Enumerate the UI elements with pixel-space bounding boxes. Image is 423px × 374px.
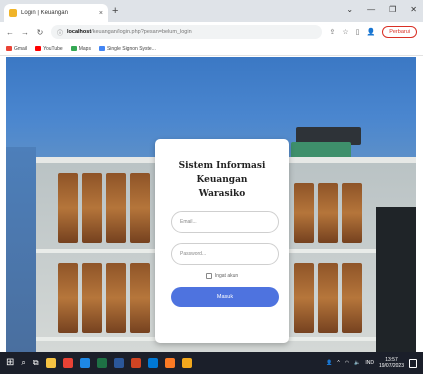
- share-icon[interactable]: ⇪: [329, 28, 335, 36]
- background-snack-pack: [342, 183, 362, 243]
- file-explorer-icon[interactable]: [45, 358, 56, 368]
- background-snack-pack: [82, 263, 102, 333]
- tab-search-icon[interactable]: ⌄: [346, 5, 353, 14]
- background-snack-pack: [342, 263, 362, 333]
- notification-icon[interactable]: [409, 358, 417, 368]
- page-viewport: Sistem Informasi Keuangan Warasiko Email…: [6, 57, 416, 352]
- remember-label[interactable]: Ingat akun: [215, 273, 238, 279]
- update-button[interactable]: Perbarui: [382, 26, 417, 38]
- word-icon[interactable]: [113, 358, 124, 368]
- language-indicator[interactable]: IND: [365, 360, 374, 366]
- background-snack-pack: [318, 263, 338, 333]
- bookmark-gmail[interactable]: Gmail: [6, 46, 27, 52]
- tray-chevron-icon[interactable]: ^: [337, 360, 339, 366]
- login-title-line2: Warasiko: [198, 189, 246, 199]
- tab-title: Login | Keuangan: [21, 10, 68, 16]
- window-controls: ⌄ — ❐ ✕: [346, 5, 417, 14]
- close-window-button[interactable]: ✕: [410, 5, 417, 14]
- background-snack-pack: [294, 263, 314, 333]
- minimize-button[interactable]: —: [367, 5, 375, 14]
- remember-checkbox[interactable]: [205, 273, 212, 279]
- windows-start-icon[interactable]: ⊞: [6, 358, 14, 368]
- login-card: Sistem Informasi Keuangan Warasiko Email…: [155, 139, 289, 343]
- bookmark-sso[interactable]: Single Signon Syste...: [98, 46, 156, 52]
- taskbar: ⊞ ⌕ ⧉ 👤 ^ ◠ 🔈 IND 13:57 19/07/2023: [0, 352, 423, 374]
- task-view-icon[interactable]: ⧉: [33, 358, 39, 368]
- remember-me: Ingat akun: [165, 273, 279, 279]
- new-tab-button[interactable]: +: [112, 4, 118, 18]
- browser-tab-strip: Login | Keuangan × + ⌄ — ❐ ✕: [0, 0, 423, 22]
- media-icon[interactable]: [181, 358, 192, 368]
- chrome-icon[interactable]: [62, 358, 73, 368]
- maximize-button[interactable]: ❐: [389, 5, 396, 14]
- store-icon[interactable]: [147, 358, 158, 368]
- background-snack-pack: [294, 183, 314, 243]
- background-wall-left: [6, 147, 36, 352]
- gmail-icon: [6, 46, 12, 51]
- sso-icon: [98, 46, 105, 51]
- background-snack-pack: [318, 183, 338, 243]
- browser-toolbar: ← → ↻ ⓘ localhost/keuangan/login.php?pes…: [0, 22, 423, 42]
- bookmark-star-icon[interactable]: ☆: [342, 28, 348, 36]
- forward-icon[interactable]: →: [21, 28, 29, 37]
- password-placeholder: Password...: [180, 251, 207, 257]
- background-snack-pack: [130, 263, 150, 333]
- wifi-icon[interactable]: ◠: [345, 360, 349, 366]
- bookmarks-bar: Gmail YouTube Maps Single Signon Syste..…: [0, 42, 423, 56]
- mail-icon[interactable]: [79, 358, 90, 368]
- browser-tab[interactable]: Login | Keuangan ×: [4, 4, 108, 22]
- address-bar[interactable]: ⓘ localhost/keuangan/login.php?pesan=bel…: [51, 25, 323, 39]
- url-text: localhost/keuangan/login.php?pesan=belum…: [67, 29, 192, 35]
- toolbar-actions: ⇪ ☆ ▯ 👤 Perbarui: [329, 26, 417, 38]
- maps-icon: [70, 46, 77, 51]
- site-info-icon[interactable]: ⓘ: [57, 28, 63, 37]
- bookmark-youtube[interactable]: YouTube: [35, 46, 63, 52]
- clock[interactable]: 13:57 19/07/2023: [379, 357, 404, 369]
- login-title-line1: Sistem Informasi Keuangan: [178, 161, 266, 185]
- volume-icon[interactable]: 🔈: [354, 360, 360, 366]
- login-title: Sistem Informasi Keuangan Warasiko: [165, 159, 279, 201]
- favicon-icon: [9, 9, 17, 17]
- tab-close-icon[interactable]: ×: [99, 10, 103, 17]
- user-icon[interactable]: 👤: [326, 360, 332, 366]
- excel-icon[interactable]: [96, 358, 107, 368]
- background-dark-corner: [376, 207, 416, 352]
- background-snack-pack: [106, 173, 126, 243]
- background-snack-pack: [58, 173, 78, 243]
- profile-avatar-icon[interactable]: 👤: [366, 28, 375, 36]
- background-snack-pack: [82, 173, 102, 243]
- bookmark-maps[interactable]: Maps: [70, 46, 91, 52]
- system-tray: 👤 ^ ◠ 🔈 IND 13:57 19/07/2023: [326, 357, 417, 369]
- clock-date: 19/07/2023: [378, 363, 404, 369]
- xampp-icon[interactable]: [164, 358, 175, 368]
- login-button[interactable]: Masuk: [171, 287, 279, 307]
- email-field[interactable]: Email...: [171, 211, 279, 233]
- search-icon[interactable]: ⌕: [21, 358, 25, 368]
- background-snack-pack: [130, 173, 150, 243]
- back-icon[interactable]: ←: [6, 28, 14, 37]
- email-placeholder: Email...: [180, 219, 197, 225]
- reload-icon[interactable]: ↻: [36, 28, 44, 37]
- background-snack-pack: [58, 263, 78, 333]
- sidebar-icon[interactable]: ▯: [356, 28, 360, 36]
- youtube-icon: [35, 46, 42, 51]
- background-snack-pack: [106, 263, 126, 333]
- password-field[interactable]: Password...: [171, 243, 279, 265]
- powerpoint-icon[interactable]: [130, 358, 141, 368]
